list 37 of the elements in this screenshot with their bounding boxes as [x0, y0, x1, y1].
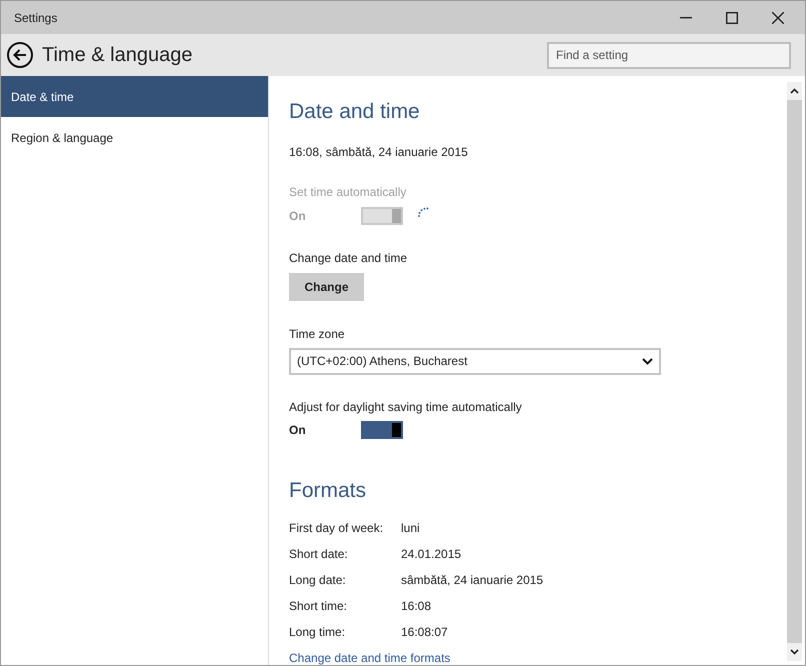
format-label: First day of week:	[289, 520, 384, 535]
scrollbar[interactable]	[787, 82, 802, 661]
format-value: 24.01.2015	[401, 546, 462, 561]
section-heading: Formats	[289, 478, 368, 504]
search-field[interactable]: Find a setting	[547, 42, 791, 68]
back-button[interactable]	[7, 42, 33, 68]
format-value: 16:08:07	[401, 624, 448, 639]
format-value: 16:08	[401, 598, 432, 613]
page-title: Time & language	[42, 43, 194, 68]
setting-label: Set time automatically	[289, 184, 408, 200]
current-date-time: 16:08, sâmbătă, 24 ianuarie 2015	[289, 144, 469, 160]
setting-label: Adjust for daylight saving time automatically	[289, 398, 523, 416]
minimize-icon	[680, 16, 692, 18]
format-label: Short time:	[289, 598, 348, 613]
setting-label: Change date and time	[289, 250, 408, 266]
toggle-state: On	[289, 422, 307, 438]
format-label: Long date:	[289, 572, 347, 587]
change-button[interactable]: Change	[289, 272, 364, 300]
sidebar-item[interactable]: Region & language	[1, 117, 268, 158]
change-formats-link[interactable]: Change date and time formats	[289, 649, 450, 665]
toggle-switch[interactable]	[361, 420, 403, 438]
sidebar-item[interactable]: Date & time	[1, 76, 268, 117]
scroll-up-icon	[787, 82, 802, 100]
format-value: luni	[401, 520, 420, 535]
toggle-state: On	[289, 208, 307, 224]
format-label: Short date:	[289, 546, 349, 561]
window-title: Settings	[14, 10, 58, 26]
close-icon	[772, 12, 784, 24]
format-value: sâmbătă, 24 ianuarie 2015	[401, 572, 544, 587]
back-arrow-icon	[13, 49, 27, 61]
chevron-down-icon	[642, 358, 653, 364]
section-heading: Date and time	[289, 99, 421, 125]
time-zone-dropdown[interactable]: (UTC+02:00) Athens, Bucharest	[289, 348, 661, 374]
setting-label: Time zone	[289, 326, 346, 342]
format-label: Long time:	[289, 624, 346, 639]
maximize-icon	[726, 12, 738, 24]
scroll-down-icon	[787, 643, 802, 661]
